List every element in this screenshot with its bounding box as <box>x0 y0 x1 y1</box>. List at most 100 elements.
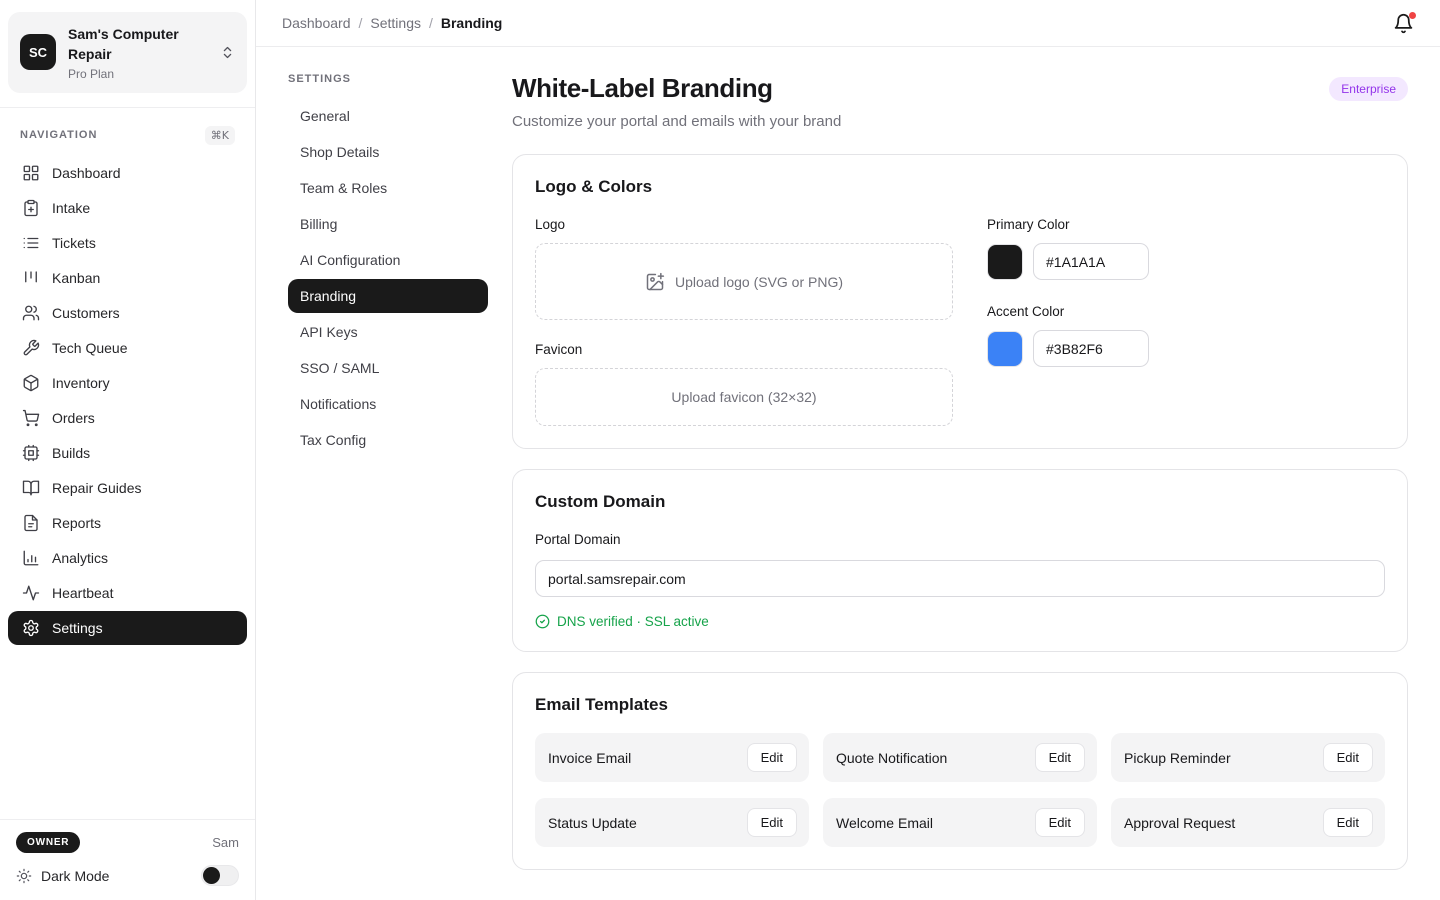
dark-mode-toggle[interactable] <box>201 865 239 886</box>
settings-tab-ai-configuration[interactable]: AI Configuration <box>288 243 488 277</box>
page-subtitle: Customize your portal and emails with yo… <box>512 113 841 130</box>
branding-page: White-Label Branding Customize your port… <box>512 47 1440 900</box>
template-tile-status-update: Status Update Edit <box>535 798 809 847</box>
sidebar-item-kanban[interactable]: Kanban <box>8 261 247 295</box>
accent-color-input[interactable] <box>1033 330 1149 367</box>
breadcrumb-settings[interactable]: Settings <box>370 15 421 31</box>
settings-tab-shop-details[interactable]: Shop Details <box>288 135 488 169</box>
sidebar-item-customers[interactable]: Customers <box>8 296 247 330</box>
notification-dot <box>1409 12 1416 19</box>
gear-icon <box>22 619 40 637</box>
primary-color-label: Primary Color <box>987 217 1385 232</box>
sidebar-item-tech-queue[interactable]: Tech Queue <box>8 331 247 365</box>
wrench-icon <box>22 339 40 357</box>
sidebar-item-orders[interactable]: Orders <box>8 401 247 435</box>
edit-button[interactable]: Edit <box>1035 743 1085 772</box>
portal-domain-input[interactable] <box>535 560 1385 597</box>
template-name: Approval Request <box>1124 815 1235 831</box>
dark-mode-label: Dark Mode <box>41 868 109 884</box>
settings-tab-billing[interactable]: Billing <box>288 207 488 241</box>
domain-status: DNS verified · SSL active <box>535 614 1385 629</box>
settings-tab-general[interactable]: General <box>288 99 488 133</box>
main-column: Dashboard / Settings / Branding SETTINGS… <box>256 0 1440 900</box>
breadcrumb-dashboard[interactable]: Dashboard <box>282 15 351 31</box>
notifications-button[interactable] <box>1393 13 1414 34</box>
domain-status-text: DNS verified · SSL active <box>557 614 709 629</box>
file-text-icon <box>22 514 40 532</box>
accent-color-label: Accent Color <box>987 304 1385 319</box>
toggle-knob <box>203 867 220 884</box>
edit-button[interactable]: Edit <box>1323 743 1373 772</box>
logo-upload-text: Upload logo (SVG or PNG) <box>675 274 843 290</box>
settings-tab-tax-config[interactable]: Tax Config <box>288 423 488 457</box>
sidebar-item-label: Dashboard <box>52 165 121 181</box>
sidebar-item-label: Orders <box>52 410 95 426</box>
user-name: Sam <box>212 835 239 850</box>
package-icon <box>22 374 40 392</box>
template-tile-welcome-email: Welcome Email Edit <box>823 798 1097 847</box>
page-title: White-Label Branding <box>512 73 841 104</box>
sidebar-item-analytics[interactable]: Analytics <box>8 541 247 575</box>
favicon-label: Favicon <box>535 342 953 357</box>
cpu-icon <box>22 444 40 462</box>
logo-upload-dropzone[interactable]: Upload logo (SVG or PNG) <box>535 243 953 320</box>
template-tile-invoice-email: Invoice Email Edit <box>535 733 809 782</box>
sidebar-item-intake[interactable]: Intake <box>8 191 247 225</box>
org-switcher[interactable]: SC Sam's Computer Repair Pro Plan <box>8 12 247 93</box>
topbar: Dashboard / Settings / Branding <box>256 0 1440 47</box>
accent-color-swatch[interactable] <box>987 331 1023 367</box>
edit-button[interactable]: Edit <box>1323 808 1373 837</box>
settings-tab-branding[interactable]: Branding <box>288 279 488 313</box>
command-k-shortcut[interactable]: ⌘K <box>205 126 235 145</box>
sidebar-item-repair-guides[interactable]: Repair Guides <box>8 471 247 505</box>
breadcrumb-separator: / <box>359 15 363 31</box>
primary-color-input[interactable] <box>1033 243 1149 280</box>
book-open-icon <box>22 479 40 497</box>
sidebar-item-settings[interactable]: Settings <box>8 611 247 645</box>
sidebar-item-tickets[interactable]: Tickets <box>8 226 247 260</box>
sidebar-header: SC Sam's Computer Repair Pro Plan <box>0 0 255 108</box>
bar-chart-icon <box>22 549 40 567</box>
sidebar-item-label: Kanban <box>52 270 100 286</box>
layout-grid-icon <box>22 164 40 182</box>
logo-label: Logo <box>535 217 953 232</box>
favicon-upload-dropzone[interactable]: Upload favicon (32×32) <box>535 368 953 426</box>
sidebar-item-reports[interactable]: Reports <box>8 506 247 540</box>
enterprise-badge: Enterprise <box>1329 77 1408 101</box>
sidebar-item-builds[interactable]: Builds <box>8 436 247 470</box>
template-tile-approval-request: Approval Request Edit <box>1111 798 1385 847</box>
settings-tab-team-roles[interactable]: Team & Roles <box>288 171 488 205</box>
check-circle-icon <box>535 614 550 629</box>
sidebar-item-dashboard[interactable]: Dashboard <box>8 156 247 190</box>
settings-tab-notifications[interactable]: Notifications <box>288 387 488 421</box>
breadcrumb-branding: Branding <box>441 15 502 31</box>
settings-tab-api-keys[interactable]: API Keys <box>288 315 488 349</box>
sun-icon <box>16 868 32 884</box>
sidebar-item-inventory[interactable]: Inventory <box>8 366 247 400</box>
users-icon <box>22 304 40 322</box>
template-name: Pickup Reminder <box>1124 750 1231 766</box>
sidebar-item-heartbeat[interactable]: Heartbeat <box>8 576 247 610</box>
sidebar: SC Sam's Computer Repair Pro Plan NAVIGA… <box>0 0 256 900</box>
edit-button[interactable]: Edit <box>1035 808 1085 837</box>
chevrons-up-down-icon <box>220 45 235 60</box>
sidebar-item-label: Intake <box>52 200 90 216</box>
org-meta: Sam's Computer Repair Pro Plan <box>68 24 208 81</box>
list-icon <box>22 234 40 252</box>
edit-button[interactable]: Edit <box>747 743 797 772</box>
clipboard-plus-icon <box>22 199 40 217</box>
sidebar-item-label: Reports <box>52 515 101 531</box>
primary-color-swatch[interactable] <box>987 244 1023 280</box>
logo-colors-heading: Logo & Colors <box>535 177 1385 197</box>
edit-button[interactable]: Edit <box>747 808 797 837</box>
sidebar-item-label: Tech Queue <box>52 340 128 356</box>
sidebar-item-label: Inventory <box>52 375 110 391</box>
sidebar-item-label: Heartbeat <box>52 585 113 601</box>
template-name: Invoice Email <box>548 750 631 766</box>
org-name: Sam's Computer Repair <box>68 24 208 65</box>
settings-tab-sso-saml[interactable]: SSO / SAML <box>288 351 488 385</box>
email-templates-card: Email Templates Invoice Email Edit Quote… <box>512 672 1408 870</box>
template-name: Welcome Email <box>836 815 933 831</box>
sidebar-item-label: Settings <box>52 620 103 636</box>
nav-section-label: NAVIGATION <box>20 129 97 141</box>
